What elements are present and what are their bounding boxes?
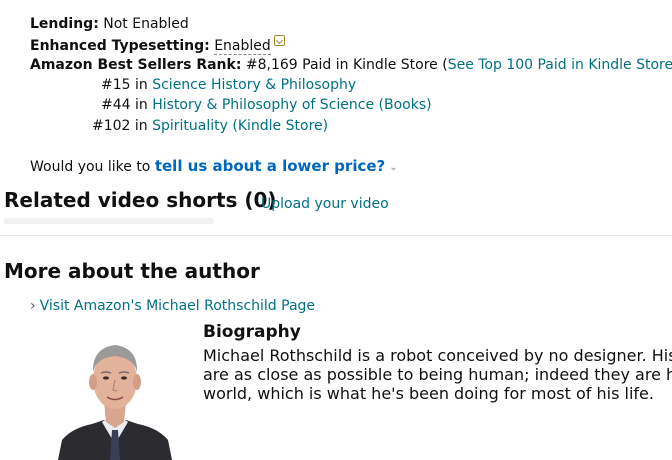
- video-shorts-heading: Related video shorts (0): [4, 188, 277, 212]
- biography-line: Michael Rothschild is a robot conceived …: [203, 346, 672, 365]
- biography-title: Biography: [203, 322, 301, 342]
- sub-rank-2: #44 in History & Philosophy of Science (…: [101, 95, 432, 115]
- best-sellers-rank-label: Amazon Best Sellers Rank:: [30, 57, 242, 73]
- biography-line: world, which is what he's been doing for…: [203, 384, 654, 403]
- top-100-link[interactable]: See Top 100 Paid in Kindle Store: [448, 57, 672, 73]
- video-placeholder-bar: [4, 218, 214, 224]
- lending-value: Not Enabled: [103, 16, 189, 32]
- chevron-down-icon[interactable]: ⌄: [389, 158, 397, 178]
- typesetting-label: Enhanced Typesetting:: [30, 38, 210, 54]
- product-detail-page: Lending: Not Enabled Enhanced Typesettin…: [0, 0, 672, 460]
- author-section-heading: More about the author: [4, 259, 260, 283]
- author-photo[interactable]: [58, 336, 172, 460]
- sub-rank-2-category-link[interactable]: History & Philosophy of Science (Books): [152, 97, 431, 113]
- sub-rank-1-category-link[interactable]: Science History & Philosophy: [152, 77, 356, 93]
- sub-rank-1-number: #15 in: [101, 77, 153, 93]
- lower-price-row: Would you like to tell us about a lower …: [30, 156, 398, 178]
- lower-price-prefix: Would you like to: [30, 159, 155, 175]
- section-divider: [0, 235, 672, 236]
- author-portrait-image: [58, 336, 172, 460]
- visit-author-page-row: › Visit Amazon's Michael Rothschild Page: [30, 296, 315, 316]
- sub-rank-3: #102 in Spirituality (Kindle Store): [92, 116, 328, 136]
- typesetting-row: Enhanced Typesetting: Enabled: [30, 35, 285, 56]
- biography-text: Michael Rothschild is a robot conceived …: [203, 346, 672, 426]
- lending-label: Lending:: [30, 16, 99, 32]
- sub-rank-1: #15 in Science History & Philosophy: [101, 75, 356, 95]
- visit-author-page-link[interactable]: Visit Amazon's Michael Rothschild Page: [40, 298, 315, 314]
- upload-video-link[interactable]: Upload your video: [261, 194, 389, 214]
- biography-line: are as close as possible to being human;…: [203, 365, 672, 384]
- sub-rank-3-category-link[interactable]: Spirituality (Kindle Store): [152, 118, 328, 134]
- lending-row: Lending: Not Enabled: [30, 14, 189, 34]
- best-sellers-rank-row: Amazon Best Sellers Rank: #8,169 Paid in…: [30, 55, 672, 75]
- chevron-down-box-icon[interactable]: [273, 35, 285, 46]
- chevron-right-icon: ›: [30, 298, 36, 314]
- typesetting-value[interactable]: Enabled: [214, 38, 271, 55]
- sub-rank-3-number: #102 in: [92, 118, 153, 134]
- sub-rank-2-number: #44 in: [101, 97, 153, 113]
- lower-price-link[interactable]: tell us about a lower price?: [155, 157, 385, 175]
- best-sellers-rank-value: #8,169 Paid in Kindle Store (: [245, 57, 448, 73]
